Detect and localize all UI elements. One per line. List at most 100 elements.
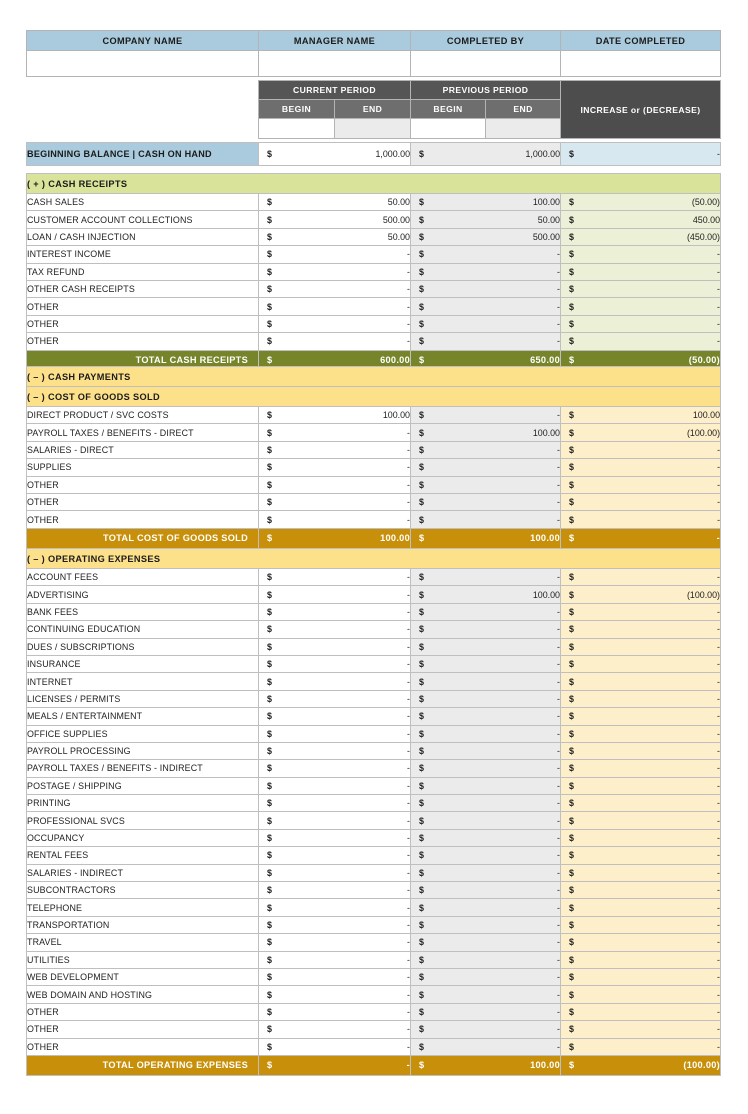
cell-previous-period[interactable]: $ -	[410, 741, 561, 761]
cell-current-period[interactable]: $ -	[258, 776, 411, 796]
cell-previous-period[interactable]: $ -	[410, 689, 561, 709]
cell-current-period[interactable]: $ -	[258, 602, 411, 622]
cell-previous-period[interactable]: $500.00	[410, 227, 561, 247]
cell-current-period[interactable]: $ -	[258, 863, 411, 883]
cell-previous-period[interactable]: $ -	[410, 967, 561, 987]
cell-current-period[interactable]: $ -	[258, 707, 411, 726]
cell-current-period[interactable]: $500.00	[258, 210, 411, 229]
beginning-balance-current[interactable]: $1,000.00	[258, 142, 411, 166]
cell-previous-period[interactable]: $ -	[410, 458, 561, 477]
cell-current-period[interactable]: $ -	[258, 297, 411, 316]
cell-previous-period[interactable]: $100.00	[410, 423, 561, 442]
cell-previous-period[interactable]: $ -	[410, 950, 561, 969]
cell-previous-period[interactable]: $ -	[410, 724, 561, 743]
cell-previous-period[interactable]: $ -	[410, 1037, 561, 1056]
input-current-end-date[interactable]	[333, 118, 412, 139]
cell-current-period[interactable]: $ -	[258, 950, 411, 969]
cell-current-period[interactable]: $ -	[258, 475, 411, 494]
cell-previous-period[interactable]: $ -	[410, 405, 561, 425]
cell-current-period[interactable]: $ -	[258, 279, 411, 299]
cell-previous-period[interactable]: $ -	[410, 314, 561, 334]
cell-previous-period[interactable]: $ -	[410, 915, 561, 935]
cell-current-period[interactable]: $ -	[258, 1037, 411, 1056]
cell-current-period[interactable]: $ -	[258, 423, 411, 442]
cell-value: 50.00	[537, 214, 560, 225]
cell-current-period[interactable]: $ -	[258, 440, 411, 460]
cell-previous-period[interactable]: $ -	[410, 863, 561, 883]
cell-current-period[interactable]: $ -	[258, 1020, 411, 1039]
cell-previous-period[interactable]: $ -	[410, 672, 561, 691]
cell-previous-period[interactable]: $ -	[410, 262, 561, 281]
cell-previous-period[interactable]: $ -	[410, 637, 561, 656]
cell-current-period[interactable]: $50.00	[258, 192, 411, 212]
cell-current-period[interactable]: $ -	[258, 458, 411, 477]
cell-previous-period[interactable]: $ -	[410, 475, 561, 494]
cell-current-period[interactable]: $ -	[258, 510, 411, 529]
cell-current-period[interactable]: $ -	[258, 689, 411, 709]
cell-previous-period[interactable]: $ -	[410, 881, 561, 900]
cell-current-period[interactable]: $ -	[258, 585, 411, 604]
cell-previous-period[interactable]: $ -	[410, 654, 561, 674]
cell-current-period[interactable]: $ -	[258, 794, 411, 813]
cell-current-period[interactable]: $100.00	[258, 405, 411, 425]
cell-previous-period[interactable]: $ -	[410, 332, 561, 351]
cell-current-period[interactable]: $ -	[258, 759, 411, 778]
cell-previous-period[interactable]: $ -	[410, 279, 561, 299]
input-current-begin-date[interactable]	[258, 118, 335, 139]
cell-previous-period[interactable]: $ -	[410, 933, 561, 952]
cell-current-period[interactable]: $ -	[258, 262, 411, 281]
cell-current-period[interactable]: $ -	[258, 846, 411, 865]
cell-current-period[interactable]: $ -	[258, 314, 411, 334]
cell-current-period[interactable]: $ -	[258, 332, 411, 351]
cell-current-period[interactable]: $ -	[258, 898, 411, 917]
cell-previous-period[interactable]: $ -	[410, 567, 561, 587]
input-completed-by[interactable]	[410, 50, 561, 77]
cell-current-period[interactable]: $ -	[258, 672, 411, 691]
cell-current-period[interactable]: $ -	[258, 567, 411, 587]
cell-current-period[interactable]: $ -	[258, 881, 411, 900]
cell-previous-period[interactable]: $ -	[410, 1002, 561, 1022]
cell-previous-period[interactable]: $50.00	[410, 210, 561, 229]
cell-previous-period[interactable]: $ -	[410, 846, 561, 865]
cell-previous-period[interactable]: $ -	[410, 510, 561, 529]
cell-previous-period[interactable]: $ -	[410, 620, 561, 639]
cell-current-period[interactable]: $ -	[258, 245, 411, 264]
cell-previous-period[interactable]: $ -	[410, 492, 561, 512]
cell-previous-period[interactable]: $ -	[410, 1020, 561, 1039]
cell-previous-period[interactable]: $ -	[410, 898, 561, 917]
input-previous-begin-date[interactable]	[410, 118, 487, 139]
cell-current-period[interactable]: $ -	[258, 620, 411, 639]
cell-previous-period[interactable]: $ -	[410, 297, 561, 316]
cell-previous-period[interactable]: $100.00	[410, 192, 561, 212]
input-date-completed[interactable]	[560, 50, 721, 77]
cell-current-period[interactable]: $ -	[258, 741, 411, 761]
cell-current-period[interactable]: $ -	[258, 985, 411, 1004]
cell-current-period[interactable]: $ -	[258, 967, 411, 987]
cell-current-period[interactable]: $ -	[258, 933, 411, 952]
input-previous-end-date[interactable]	[485, 118, 562, 139]
cell-current-period[interactable]: $ -	[258, 637, 411, 656]
cash-receipts-rows: CASH SALES $50.00 $100.00 $ (50.00) CUSTOMER …	[26, 192, 722, 351]
cell-previous-period[interactable]: $ -	[410, 759, 561, 778]
cell-previous-period[interactable]: $ -	[410, 440, 561, 460]
cell-current-period[interactable]: $ -	[258, 811, 411, 830]
input-company-name[interactable]	[26, 50, 259, 77]
cell-current-period[interactable]: $ -	[258, 654, 411, 674]
beginning-balance-previous[interactable]: $1,000.00	[410, 142, 561, 166]
cell-previous-period[interactable]: $ -	[410, 985, 561, 1004]
cell-current-period[interactable]: $ -	[258, 492, 411, 512]
cell-previous-period[interactable]: $ -	[410, 811, 561, 830]
cell-current-period[interactable]: $ -	[258, 828, 411, 848]
cell-current-period[interactable]: $ -	[258, 915, 411, 935]
input-manager-name[interactable]	[258, 50, 411, 77]
cell-previous-period[interactable]: $ -	[410, 776, 561, 796]
cell-previous-period[interactable]: $ -	[410, 707, 561, 726]
cell-current-period[interactable]: $ -	[258, 724, 411, 743]
cell-previous-period[interactable]: $ -	[410, 794, 561, 813]
cell-previous-period[interactable]: $ -	[410, 602, 561, 622]
cell-current-period[interactable]: $ -	[258, 1002, 411, 1022]
cell-previous-period[interactable]: $ -	[410, 245, 561, 264]
cell-current-period[interactable]: $50.00	[258, 227, 411, 247]
cell-previous-period[interactable]: $ -	[410, 828, 561, 848]
cell-previous-period[interactable]: $100.00	[410, 585, 561, 604]
